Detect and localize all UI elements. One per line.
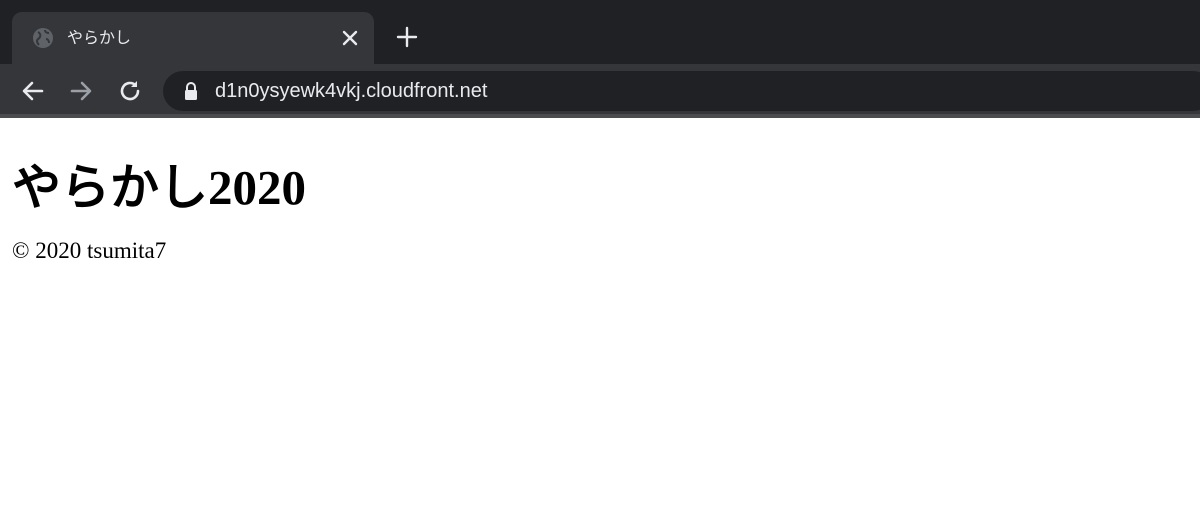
toolbar-divider: [0, 114, 1200, 118]
lock-icon[interactable]: [183, 82, 199, 100]
tab-active[interactable]: やらかし: [12, 12, 374, 64]
url-text[interactable]: d1n0ysyewk4vkj.cloudfront.net: [215, 78, 487, 104]
browser-toolbar: d1n0ysyewk4vkj.cloudfront.net: [0, 64, 1200, 118]
browser-chrome: やらかし d1n0ysyewk4vkj.cloudfront.net: [0, 0, 1200, 118]
plus-icon[interactable]: [394, 24, 420, 50]
globe-icon: [33, 28, 53, 48]
page-content: やらかし2020 © 2020 tsumita7: [0, 158, 1200, 266]
arrow-right-icon[interactable]: [67, 77, 95, 105]
tab-title: やらかし: [67, 28, 132, 47]
tab-strip: やらかし: [0, 0, 1200, 64]
copyright-text: © 2020 tsumita7: [12, 238, 167, 263]
page-title: やらかし2020: [12, 160, 307, 215]
reload-icon[interactable]: [116, 77, 144, 105]
arrow-left-icon[interactable]: [19, 77, 47, 105]
close-icon[interactable]: [338, 26, 362, 50]
address-bar[interactable]: d1n0ysyewk4vkj.cloudfront.net: [163, 71, 1200, 111]
